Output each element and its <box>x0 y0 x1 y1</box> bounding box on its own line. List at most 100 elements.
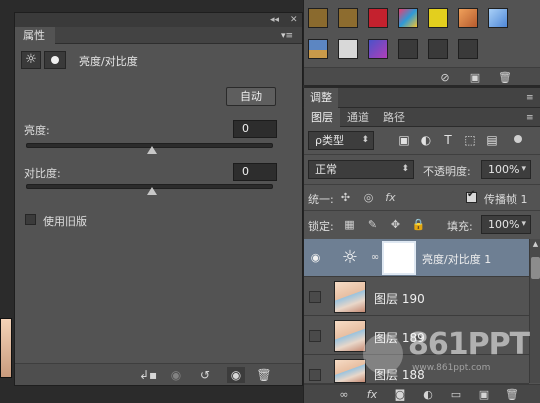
brightness-input[interactable]: 0 <box>233 120 277 138</box>
panel-menu-icon[interactable]: ▾≡ <box>281 30 293 42</box>
collapse-panel-icon[interactable]: ◂◂ <box>270 14 279 26</box>
properties-panel: ◂◂ ✕ 属性 ▾≡ ☼ 亮度/对比度 自动 亮度: 0 对比度: 0 使用旧版… <box>14 12 303 386</box>
tab-layers[interactable]: 图层 <box>304 108 340 127</box>
trash-icon[interactable]: 🗑 <box>497 70 513 85</box>
layer-row[interactable]: ◉ ☼ ∞ 亮度/对比度 1 <box>304 239 529 277</box>
filter-toggle-icon[interactable] <box>514 135 522 143</box>
brightness-contrast-icon[interactable]: ☼ <box>21 51 41 69</box>
blend-mode-value: 正常 <box>315 163 337 176</box>
properties-topbar: ◂◂ ✕ <box>15 13 302 27</box>
chevron-down-icon: ▾ <box>521 164 526 174</box>
watermark-brand: 861PPT <box>408 327 530 362</box>
fill-input[interactable]: 100% ▾ <box>481 215 531 234</box>
style-swatch[interactable] <box>308 8 328 28</box>
filter-adjustment-icon[interactable]: ◐ <box>418 132 434 148</box>
watermark-logo <box>363 334 403 374</box>
scrollbar-thumb[interactable] <box>531 257 540 279</box>
lock-label: 锁定: <box>308 220 334 233</box>
link-icon[interactable]: ∞ <box>370 251 380 265</box>
tab-adjustments[interactable]: 调整 <box>304 88 338 108</box>
visibility-toggle[interactable] <box>309 369 321 381</box>
filter-kind-select[interactable]: ρ类型 ⬍ <box>308 131 374 150</box>
style-swatch[interactable] <box>428 8 448 28</box>
clip-to-layer-icon[interactable]: ↲▪ <box>139 367 157 383</box>
filter-type-icon[interactable]: T <box>440 132 456 148</box>
propagate-frame-label: 传播帧 1 <box>484 193 528 206</box>
filter-shape-icon[interactable]: ⬚ <box>462 132 478 148</box>
opacity-value: 100% <box>488 163 520 176</box>
tab-paths[interactable]: 路径 <box>376 108 412 127</box>
style-swatch[interactable] <box>458 8 478 28</box>
chevron-updown-icon: ⬍ <box>361 135 369 145</box>
layer-name: 图层 190 <box>374 292 425 306</box>
chevron-down-icon: ▾ <box>521 219 526 229</box>
use-legacy-checkbox[interactable] <box>25 214 36 225</box>
blend-mode-select[interactable]: 正常 ⬍ <box>308 160 414 179</box>
properties-footer: ↲▪ ◉ ↺ ◉ 🗑 <box>15 363 302 385</box>
style-swatch[interactable] <box>308 39 328 59</box>
fx-icon[interactable]: fx <box>364 387 380 402</box>
properties-tabbar: 属性 ▾≡ <box>15 27 302 44</box>
filter-kind-value: ρ类型 <box>315 134 344 147</box>
reset-icon[interactable]: ↺ <box>196 367 214 383</box>
unify-position-icon[interactable]: ✣ <box>338 190 353 205</box>
scroll-up-icon[interactable]: ▲ <box>530 239 540 250</box>
unify-visibility-icon[interactable]: ◎ <box>361 190 376 205</box>
style-swatch[interactable] <box>368 8 388 28</box>
layer-mask-thumbnail[interactable] <box>382 241 416 275</box>
layer-row[interactable]: 图层 190 <box>304 278 529 316</box>
lock-all-icon[interactable]: 🔒 <box>411 217 426 232</box>
lock-transparent-icon[interactable]: ▦ <box>342 217 357 232</box>
contrast-label: 对比度: <box>24 167 61 180</box>
layer-name: 亮度/对比度 1 <box>422 253 492 266</box>
contrast-slider-thumb[interactable] <box>147 187 157 195</box>
visibility-toggle[interactable] <box>309 330 321 342</box>
style-swatch[interactable] <box>398 8 418 28</box>
adjustments-panel-header: 调整 ≡ <box>303 88 540 108</box>
visibility-toggle[interactable] <box>309 291 321 303</box>
style-swatch[interactable] <box>368 39 388 59</box>
layer-mask-icon[interactable] <box>44 51 66 69</box>
eye-icon[interactable]: ◉ <box>308 250 323 265</box>
add-mask-icon[interactable]: ◙ <box>392 387 408 402</box>
styles-footer: ⊘ ▣ 🗑 <box>304 67 540 85</box>
opacity-input[interactable]: 100% ▾ <box>481 160 531 179</box>
link-icon[interactable]: ∞ <box>336 387 352 402</box>
fill-label: 填充: <box>447 220 473 233</box>
brightness-label: 亮度: <box>24 124 50 137</box>
unify-style-icon[interactable]: fx <box>383 190 398 205</box>
trash-icon[interactable]: 🗑 <box>504 387 520 402</box>
trash-icon[interactable]: 🗑 <box>255 367 273 383</box>
tab-channels[interactable]: 通道 <box>340 108 376 127</box>
new-layer-icon[interactable]: ▣ <box>476 387 492 402</box>
document-thumbnail[interactable] <box>0 318 12 378</box>
auto-button[interactable]: 自动 <box>226 87 276 106</box>
chevron-updown-icon: ⬍ <box>401 164 409 174</box>
brightness-contrast-icon: ☼ <box>341 247 359 268</box>
tab-properties[interactable]: 属性 <box>15 27 55 44</box>
style-swatch[interactable] <box>458 39 478 59</box>
style-swatch[interactable] <box>428 39 448 59</box>
check-icon: ✔ <box>467 189 476 200</box>
new-style-icon[interactable]: ▣ <box>467 70 483 85</box>
brightness-slider-thumb[interactable] <box>147 146 157 154</box>
style-swatch[interactable] <box>338 8 358 28</box>
no-style-icon[interactable]: ⊘ <box>437 70 453 85</box>
filter-pixel-icon[interactable]: ▣ <box>396 132 412 148</box>
lock-position-icon[interactable]: ✥ <box>388 217 403 232</box>
view-previous-icon[interactable]: ◉ <box>167 367 185 383</box>
style-swatch[interactable] <box>488 8 508 28</box>
layers-scrollbar[interactable]: ▲ <box>529 239 540 383</box>
new-adjustment-icon[interactable]: ◐ <box>420 387 436 402</box>
style-swatch[interactable] <box>338 39 358 59</box>
close-panel-icon[interactable]: ✕ <box>290 14 298 26</box>
contrast-input[interactable]: 0 <box>233 163 277 181</box>
style-swatch[interactable] <box>398 39 418 59</box>
layers-footer: ∞ fx ◙ ◐ ▭ ▣ 🗑 <box>304 384 540 403</box>
filter-smart-object-icon[interactable]: ▤ <box>484 132 500 148</box>
lock-pixels-icon[interactable]: ✎ <box>365 217 380 232</box>
folder-icon[interactable]: ▭ <box>448 387 464 402</box>
panel-menu-icon[interactable]: ≡ <box>526 92 534 104</box>
visibility-icon[interactable]: ◉ <box>227 367 245 383</box>
panel-menu-icon[interactable]: ≡ <box>526 112 534 124</box>
